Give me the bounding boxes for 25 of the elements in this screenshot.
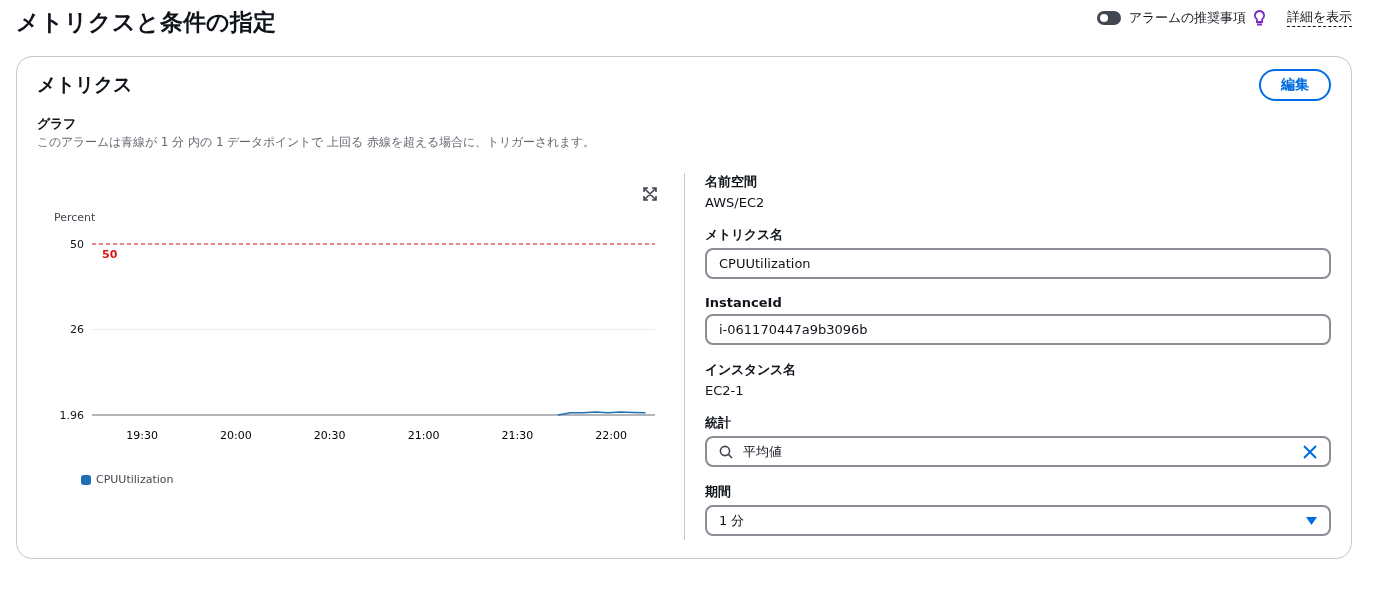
x-tick-label: 19:30 [126,429,158,442]
field-label: 統計 [705,414,732,432]
field-label: InstanceId [705,295,783,310]
y-tick-label: 50 [70,238,84,251]
threshold-label: 50 [102,248,118,261]
card-title: メトリクス [37,72,132,97]
x-tick-label: 22:00 [595,429,628,442]
x-tick-label: 20:00 [220,429,252,442]
field-label: インスタンス名 [705,361,797,379]
field-value: EC2-1 [705,383,745,398]
toggle-label: アラームの推奨事項 [1129,8,1246,27]
legend-label: CPUUtilization [96,473,174,486]
field-value: AWS/EC2 [705,195,766,210]
y-tick-label: 1.96 [59,409,84,422]
y-tick-label: 26 [70,323,84,337]
field-label: 期間 [705,483,732,501]
graph-label: グラフ [37,115,77,133]
x-tick-label: 21:30 [501,429,534,442]
x-tick-label: 20:30 [313,429,346,442]
page-title: メトリクスと条件の指定 [16,8,276,37]
field-label: 名前空間 [705,173,758,191]
field-label: メトリクス名 [705,226,784,244]
graph-description: このアラームは青線が 1 分 内の 1 データポイントで 上回る 赤線を超える場合に、トリガーされます。 [37,134,596,151]
y-axis-label: Percent [54,211,96,224]
x-tick-label: 21:00 [407,429,440,442]
